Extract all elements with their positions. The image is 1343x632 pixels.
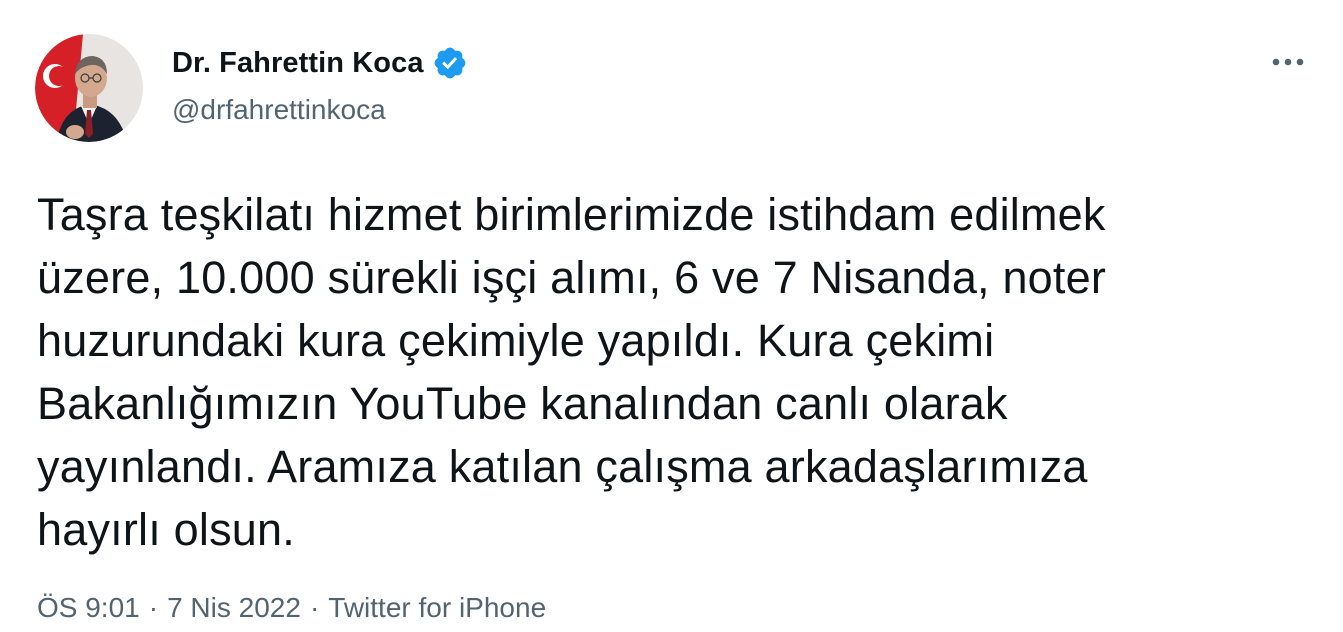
more-options-button[interactable] bbox=[1264, 44, 1312, 80]
display-name[interactable]: Dr. Fahrettin Koca bbox=[172, 47, 424, 80]
name-row: Dr. Fahrettin Koca bbox=[172, 44, 468, 82]
tweet-time[interactable]: ÖS 9:01 bbox=[37, 592, 140, 624]
more-horizontal-icon bbox=[1272, 58, 1304, 66]
user-handle[interactable]: @drfahrettinkoca bbox=[172, 94, 468, 126]
meta-separator: · bbox=[309, 592, 320, 623]
tweet-source[interactable]: Twitter for iPhone bbox=[328, 592, 546, 624]
tweet-metadata: ÖS 9:01 · 7 Nis 2022 · Twitter for iPhon… bbox=[37, 592, 546, 624]
avatar[interactable] bbox=[35, 34, 143, 142]
avatar-image bbox=[35, 34, 143, 142]
tweet-text: Taşra teşkilatı hizmet birimlerimizde is… bbox=[37, 189, 1107, 555]
tweet-date[interactable]: 7 Nis 2022 bbox=[167, 592, 301, 624]
tweet-card: Dr. Fahrettin Koca @drfahrettinkoca Taşr… bbox=[0, 0, 1343, 632]
verified-badge-icon bbox=[432, 45, 468, 81]
user-info: Dr. Fahrettin Koca @drfahrettinkoca bbox=[172, 44, 468, 126]
meta-separator: · bbox=[148, 592, 159, 623]
